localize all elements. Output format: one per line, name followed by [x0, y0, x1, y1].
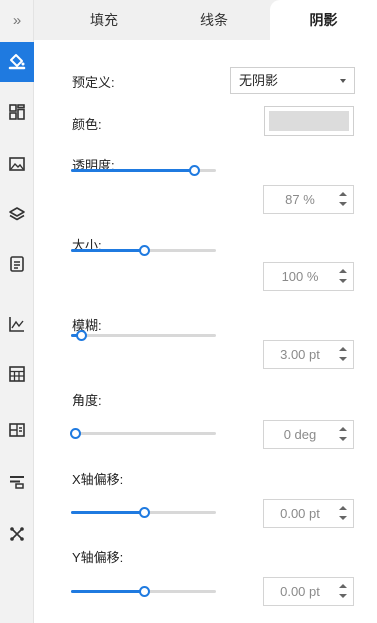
- document-icon: [10, 256, 24, 272]
- arrow-up-icon[interactable]: [339, 427, 347, 431]
- rail-item-image[interactable]: [0, 144, 34, 184]
- arrow-up-icon[interactable]: [339, 269, 347, 273]
- tab-line-label: 线条: [200, 12, 228, 28]
- size-spinner[interactable]: 100 %: [263, 262, 354, 291]
- color-swatch: [269, 111, 349, 131]
- tab-fill-label: 填充: [90, 12, 118, 28]
- y-offset-slider[interactable]: [71, 586, 216, 597]
- collapse-button[interactable]: »: [0, 0, 34, 40]
- x-offset-slider[interactable]: [71, 507, 216, 518]
- spinner-arrows[interactable]: [339, 269, 347, 285]
- spinner-arrows[interactable]: [339, 347, 347, 363]
- preset-select[interactable]: 无阴影: [230, 67, 355, 94]
- format-panel: » 填充 线条 阴影 预定义: 无阴影 颜色: 透明度: 87 % 大小: 10…: [0, 0, 377, 623]
- slider-thumb[interactable]: [70, 428, 81, 439]
- rail-item-building[interactable]: [0, 410, 34, 450]
- slider-fill: [71, 249, 144, 252]
- tab-fill[interactable]: 填充: [64, 0, 144, 40]
- y-offset-label: Y轴偏移:: [72, 550, 124, 565]
- arrow-down-icon[interactable]: [339, 594, 347, 598]
- slider-thumb[interactable]: [139, 586, 150, 597]
- arrow-up-icon[interactable]: [339, 506, 347, 510]
- fill-bucket-icon: [8, 54, 26, 70]
- tab-bar: 填充 线条 阴影: [34, 0, 377, 40]
- arrow-down-icon[interactable]: [339, 516, 347, 520]
- grid-icon: [9, 104, 25, 120]
- arrow-up-icon[interactable]: [339, 347, 347, 351]
- network-icon: [10, 527, 24, 541]
- slider-thumb[interactable]: [139, 507, 150, 518]
- blur-spinner[interactable]: 3.00 pt: [263, 340, 354, 369]
- slider-track: [71, 432, 216, 435]
- slider-thumb[interactable]: [139, 245, 150, 256]
- arrow-down-icon[interactable]: [339, 279, 347, 283]
- blur-slider[interactable]: [71, 330, 216, 341]
- color-picker[interactable]: [264, 106, 354, 136]
- preset-value: 无阴影: [239, 73, 279, 88]
- rail-item-document[interactable]: [0, 244, 34, 284]
- slider-thumb[interactable]: [189, 165, 200, 176]
- blur-value[interactable]: 3.00 pt: [264, 341, 336, 368]
- angle-value[interactable]: 0 deg: [264, 421, 336, 448]
- angle-spinner[interactable]: 0 deg: [263, 420, 354, 449]
- toolbar-icon: [10, 476, 24, 489]
- building-icon: [9, 423, 25, 437]
- opacity-slider[interactable]: [71, 165, 216, 176]
- angle-slider[interactable]: [70, 428, 216, 439]
- x-offset-label: X轴偏移:: [72, 472, 124, 487]
- arrow-up-icon[interactable]: [339, 192, 347, 196]
- slider-thumb[interactable]: [76, 330, 87, 341]
- slider-fill: [71, 169, 194, 172]
- rail-item-grid[interactable]: [0, 92, 34, 132]
- arrow-down-icon[interactable]: [339, 437, 347, 441]
- double-chevron-right-icon: »: [12, 11, 22, 29]
- table-icon: [9, 366, 25, 382]
- y-offset-value[interactable]: 0.00 pt: [264, 578, 336, 605]
- angle-label: 角度:: [72, 393, 102, 408]
- rail-item-chart[interactable]: [0, 304, 34, 344]
- x-offset-value[interactable]: 0.00 pt: [264, 500, 336, 527]
- size-value[interactable]: 100 %: [264, 263, 336, 290]
- spinner-arrows[interactable]: [339, 192, 347, 208]
- opacity-value[interactable]: 87 %: [264, 186, 336, 213]
- spinner-arrows[interactable]: [339, 506, 347, 522]
- slider-fill: [71, 511, 144, 514]
- arrow-down-icon[interactable]: [339, 202, 347, 206]
- preset-label: 预定义:: [72, 75, 115, 90]
- rail-item-network[interactable]: [0, 514, 34, 554]
- image-icon: [9, 157, 25, 171]
- slider-track: [71, 334, 216, 337]
- opacity-spinner[interactable]: 87 %: [263, 185, 354, 214]
- rail-item-toolbar[interactable]: [0, 462, 34, 502]
- caret-down-icon: [340, 79, 346, 83]
- side-rail: »: [0, 0, 34, 623]
- tab-shadow-label: 阴影: [309, 12, 338, 28]
- spinner-arrows[interactable]: [339, 427, 347, 443]
- rail-item-fill[interactable]: [0, 42, 34, 82]
- slider-fill: [71, 590, 144, 593]
- arrow-down-icon[interactable]: [339, 357, 347, 361]
- size-slider[interactable]: [71, 245, 216, 256]
- arrow-up-icon[interactable]: [339, 584, 347, 588]
- chart-icon: [9, 317, 24, 332]
- tab-line[interactable]: 线条: [174, 0, 254, 40]
- color-label: 颜色:: [72, 117, 102, 132]
- rail-item-table[interactable]: [0, 354, 34, 394]
- spinner-arrows[interactable]: [339, 584, 347, 600]
- rail-item-layers[interactable]: [0, 194, 34, 234]
- layers-icon: [9, 207, 25, 221]
- tab-shadow[interactable]: 阴影: [270, 0, 377, 40]
- x-offset-spinner[interactable]: 0.00 pt: [263, 499, 354, 528]
- y-offset-spinner[interactable]: 0.00 pt: [263, 577, 354, 606]
